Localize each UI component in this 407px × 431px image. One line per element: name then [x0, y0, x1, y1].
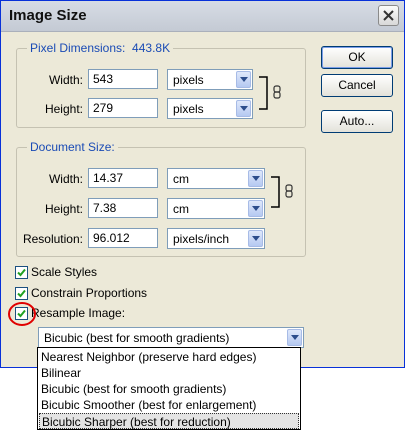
constrain-proportions-label[interactable]: Constrain Proportions [31, 286, 147, 300]
chevron-down-icon[interactable] [248, 230, 263, 247]
resolution-label: Resolution: [22, 232, 83, 246]
auto-button[interactable]: Auto... [321, 110, 393, 133]
document-size-legend: Document Size: [27, 140, 118, 154]
chevron-down-icon[interactable] [287, 329, 302, 346]
resample-option-bicubic-smoother[interactable]: Bicubic Smoother (best for enlargement) [39, 397, 299, 413]
chevron-down-icon[interactable] [248, 170, 263, 187]
doc-width-unit-select[interactable]: cm [167, 168, 265, 189]
resolution-field[interactable]: 96.012 [88, 228, 158, 248]
chevron-down-icon[interactable] [236, 100, 251, 117]
resample-image-label[interactable]: Resample Image: [31, 306, 125, 320]
resample-option-bicubic-sharper[interactable]: Bicubic Sharper (best for reduction) [39, 413, 299, 429]
pixel-height-unit-select[interactable]: pixels [167, 98, 253, 119]
pixel-width-label: Width: [48, 73, 83, 87]
scale-styles-label[interactable]: Scale Styles [31, 265, 97, 279]
close-icon [383, 10, 394, 21]
checkmark-icon [17, 289, 26, 298]
doc-width-unit-value: cm [173, 172, 189, 186]
resample-option-bicubic[interactable]: Bicubic (best for smooth gradients) [39, 381, 299, 397]
chevron-down-icon[interactable] [236, 71, 251, 88]
scale-styles-checkbox[interactable] [15, 266, 28, 279]
resample-method-value: Bicubic (best for smooth gradients) [44, 331, 230, 345]
checkmark-icon [17, 268, 26, 277]
dialog-title: Image Size [9, 7, 87, 24]
constrain-proportions-checkbox[interactable] [15, 287, 28, 300]
resolution-unit-select[interactable]: pixels/inch [167, 228, 265, 249]
pixel-width-unit-select[interactable]: pixels [167, 69, 253, 90]
chain-link-icon [273, 85, 281, 99]
resample-method-dropdown-list: Nearest Neighbor (preserve hard edges) B… [37, 347, 301, 430]
pixel-height-unit-value: pixels [173, 102, 204, 116]
doc-height-unit-select[interactable]: cm [167, 198, 265, 219]
ok-button[interactable]: OK [321, 46, 393, 69]
doc-height-unit-value: cm [173, 202, 189, 216]
doc-height-label: Height: [44, 202, 83, 216]
annotation-circle [8, 302, 36, 326]
chain-link-icon [285, 184, 293, 198]
pixel-height-label: Height: [44, 102, 83, 116]
chevron-down-icon[interactable] [248, 200, 263, 217]
resample-option-bilinear[interactable]: Bilinear [39, 365, 299, 381]
doc-width-field[interactable]: 14.37 [88, 168, 158, 188]
pixel-dimensions-size: 443.8K [132, 41, 171, 55]
pixel-dimensions-legend: Pixel Dimensions: 443.8K [27, 41, 174, 55]
title-bar[interactable]: Image Size [1, 1, 404, 32]
doc-height-field[interactable]: 7.38 [88, 198, 158, 218]
doc-width-label: Width: [48, 172, 83, 186]
pixel-width-unit-value: pixels [173, 73, 204, 87]
pixel-height-field[interactable]: 279 [88, 98, 158, 118]
resample-method-select[interactable]: Bicubic (best for smooth gradients) [38, 327, 304, 348]
resolution-unit-value: pixels/inch [173, 232, 230, 246]
close-button[interactable] [378, 5, 399, 26]
resample-option-nearest[interactable]: Nearest Neighbor (preserve hard edges) [39, 349, 299, 365]
pixel-width-field[interactable]: 543 [88, 69, 158, 89]
image-size-dialog: Image Size Pixel Dimensions: 443.8K Widt… [0, 0, 405, 368]
cancel-button[interactable]: Cancel [321, 74, 393, 97]
